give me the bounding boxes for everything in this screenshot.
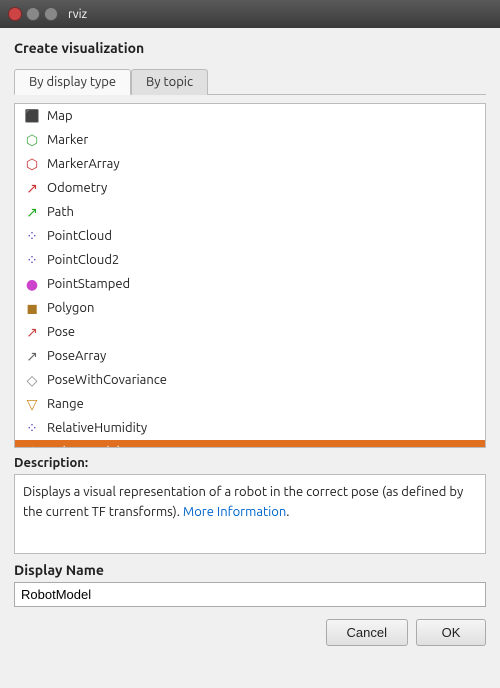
pointcloud2-icon: ⁘ <box>23 251 41 269</box>
pose-icon: ↗ <box>23 323 41 341</box>
list-item-pointstamped[interactable]: ● PointStamped <box>15 272 485 296</box>
list-item-label-pose: Pose <box>47 325 75 339</box>
list-item-label-robotmodel: RobotModel <box>47 445 120 447</box>
range-icon: ▽ <box>23 395 41 413</box>
description-label: Description: <box>14 456 486 470</box>
display-name-input[interactable] <box>14 582 486 607</box>
titlebar: rviz <box>0 0 500 28</box>
list-item-label-range: Range <box>47 397 84 411</box>
ok-button[interactable]: OK <box>416 619 486 646</box>
display-name-label: Display Name <box>14 562 486 578</box>
list-item-odometry[interactable]: ↗ Odometry <box>15 176 485 200</box>
create-visualization-title: Create visualization <box>14 40 486 56</box>
list-item-label-pointcloud2: PointCloud2 <box>47 253 119 267</box>
path-icon: ↗ <box>23 203 41 221</box>
list-item-label-odometry: Odometry <box>47 181 107 195</box>
list-item-label-polygon: Polygon <box>47 301 94 315</box>
list-item-pointcloud2[interactable]: ⁘ PointCloud2 <box>15 248 485 272</box>
tab-by-topic[interactable]: By topic <box>131 69 208 95</box>
list-item-label-path: Path <box>47 205 74 219</box>
pointstamped-icon: ● <box>23 275 41 293</box>
main-window: Create visualization By display type By … <box>0 28 500 688</box>
list-item-range[interactable]: ▽ Range <box>15 392 485 416</box>
map-icon: ⬛ <box>23 107 41 125</box>
titlebar-title: rviz <box>68 8 87 21</box>
list-item-label-pointcloud: PointCloud <box>47 229 112 243</box>
visualization-list-container: ⬛ Map ⬡ Marker ⬡ MarkerArray ↗ Odometry … <box>14 103 486 448</box>
more-information-link[interactable]: More Information <box>183 505 286 519</box>
list-item-polygon[interactable]: ◼ Polygon <box>15 296 485 320</box>
maximize-button[interactable] <box>44 7 58 21</box>
cancel-button[interactable]: Cancel <box>326 619 408 646</box>
list-item-markerarray[interactable]: ⬡ MarkerArray <box>15 152 485 176</box>
marker-icon: ⬡ <box>23 131 41 149</box>
list-item-map[interactable]: ⬛ Map <box>15 104 485 128</box>
list-item-posearray[interactable]: ↗ PoseArray <box>15 344 485 368</box>
list-item-label-markerarray: MarkerArray <box>47 157 120 171</box>
robotmodel-icon: ⚙ <box>23 443 41 447</box>
posewithcovariance-icon: ◇ <box>23 371 41 389</box>
close-button[interactable] <box>8 7 22 21</box>
description-section: Description: Displays a visual represent… <box>14 456 486 554</box>
tab-bar: By display type By topic <box>14 68 486 95</box>
relativehumidity-icon: ⁘ <box>23 419 41 437</box>
posearray-icon: ↗ <box>23 347 41 365</box>
list-item-label-pointstamped: PointStamped <box>47 277 130 291</box>
list-item-label-posearray: PoseArray <box>47 349 106 363</box>
pointcloud-icon: ⁘ <box>23 227 41 245</box>
tab-by-display-type[interactable]: By display type <box>14 69 131 95</box>
button-row: Cancel OK <box>14 619 486 646</box>
polygon-icon: ◼ <box>23 299 41 317</box>
display-name-section: Display Name <box>14 562 486 607</box>
markerarray-icon: ⬡ <box>23 155 41 173</box>
list-item-robotmodel[interactable]: ⚙ RobotModel <box>15 440 485 447</box>
visualization-list[interactable]: ⬛ Map ⬡ Marker ⬡ MarkerArray ↗ Odometry … <box>15 104 485 447</box>
list-item-pose[interactable]: ↗ Pose <box>15 320 485 344</box>
odometry-icon: ↗ <box>23 179 41 197</box>
description-box: Displays a visual representation of a ro… <box>14 474 486 554</box>
list-item-label-relativehumidity: RelativeHumidity <box>47 421 147 435</box>
list-item-posewithcovariance[interactable]: ◇ PoseWithCovariance <box>15 368 485 392</box>
list-item-pointcloud[interactable]: ⁘ PointCloud <box>15 224 485 248</box>
list-item-label-posewithcovariance: PoseWithCovariance <box>47 373 167 387</box>
list-item-label-map: Map <box>47 109 73 123</box>
list-item-relativehumidity[interactable]: ⁘ RelativeHumidity <box>15 416 485 440</box>
minimize-button[interactable] <box>26 7 40 21</box>
list-item-label-marker: Marker <box>47 133 88 147</box>
titlebar-buttons[interactable] <box>8 7 58 21</box>
list-item-marker[interactable]: ⬡ Marker <box>15 128 485 152</box>
list-item-path[interactable]: ↗ Path <box>15 200 485 224</box>
